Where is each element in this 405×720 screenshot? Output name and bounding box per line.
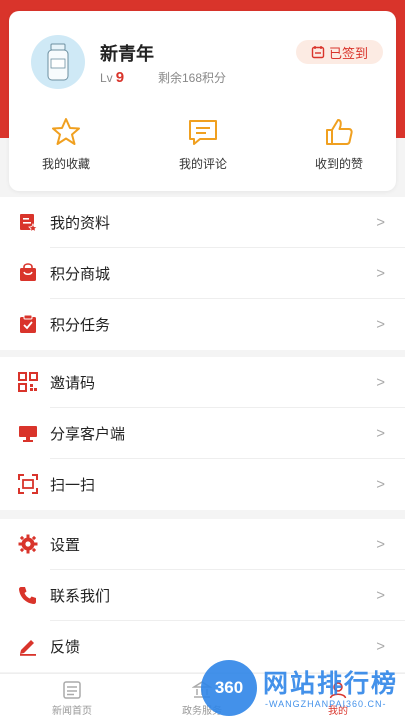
signin-label: 已签到 — [328, 45, 368, 61]
menu-item-label: 分享客户端 — [50, 426, 126, 443]
menu-item-label: 设置 — [50, 537, 81, 554]
menu-item-label: 联系我们 — [50, 588, 111, 605]
quick-action-likes[interactable]: 收到的赞 — [294, 115, 384, 172]
user-icon — [328, 680, 348, 700]
tab-government-services[interactable]: 政务服务 — [162, 680, 242, 717]
chevron-right-icon: > — [376, 374, 385, 391]
menu-item-contact-us[interactable]: 联系我们 > — [0, 570, 405, 621]
tab-label: 我的 — [328, 706, 348, 717]
pencil-icon — [18, 636, 38, 656]
avatar[interactable] — [31, 35, 85, 89]
menu-item-label: 邀请码 — [50, 375, 96, 392]
task-clipboard-icon — [18, 314, 38, 334]
menu-item-share-client[interactable]: 分享客户端 > — [0, 408, 405, 459]
profile-card-icon — [18, 212, 38, 233]
menu-item-label: 扫一扫 — [50, 477, 96, 494]
scan-icon — [18, 474, 38, 494]
phone-icon — [18, 585, 38, 605]
bottle-avatar-icon — [47, 43, 69, 81]
chevron-right-icon: > — [376, 536, 385, 553]
government-icon — [191, 680, 213, 700]
tab-mine[interactable]: 我的 — [298, 680, 378, 717]
qr-code-icon — [18, 372, 38, 392]
menu-item-my-profile[interactable]: 我的资料 > — [0, 197, 405, 248]
chevron-right-icon: > — [376, 316, 385, 333]
level-prefix: Lv — [100, 71, 113, 85]
gear-icon — [18, 534, 38, 554]
tab-label: 政务服务 — [182, 706, 222, 717]
menu-item-settings[interactable]: 设置 > — [0, 519, 405, 570]
tab-news-home[interactable]: 新闻首页 — [32, 680, 112, 717]
calendar-icon — [311, 46, 325, 59]
menu-item-scan[interactable]: 扫一扫 > — [0, 459, 405, 510]
shopping-bag-icon — [18, 263, 38, 283]
monitor-icon — [18, 423, 38, 443]
quick-action-favorites[interactable]: 我的收藏 — [21, 115, 111, 172]
star-icon — [49, 115, 83, 149]
menu-item-label: 积分商城 — [50, 266, 111, 283]
chevron-right-icon: > — [376, 265, 385, 282]
quick-action-comments[interactable]: 我的评论 — [158, 115, 248, 172]
points-remaining: 剩余168积分 — [158, 71, 227, 85]
bottom-tab-bar: 新闻首页 政务服务 我的 — [0, 673, 405, 720]
tab-label: 新闻首页 — [52, 706, 92, 717]
news-icon — [62, 680, 82, 700]
menu-item-invite-code[interactable]: 邀请码 > — [0, 357, 405, 408]
quick-action-label: 我的收藏 — [41, 157, 90, 171]
chevron-right-icon: > — [376, 638, 385, 655]
thumbs-up-icon — [322, 115, 356, 149]
menu-item-points-mall[interactable]: 积分商城 > — [0, 248, 405, 299]
menu-group-settings: 设置 > 联系我们 > 反馈 > — [0, 519, 405, 672]
menu-item-label: 我的资料 — [50, 215, 111, 232]
username: 新青年 — [100, 44, 154, 64]
quick-action-label: 我的评论 — [178, 157, 227, 171]
quick-action-label: 收到的赞 — [314, 157, 363, 171]
signin-button[interactable]: 已签到 — [296, 40, 383, 64]
user-level: Lv 9 — [100, 69, 124, 86]
menu-item-label: 积分任务 — [50, 317, 111, 334]
chevron-right-icon: > — [376, 214, 385, 231]
chevron-right-icon: > — [376, 476, 385, 493]
level-value: 9 — [115, 69, 125, 86]
menu-group-account: 我的资料 > 积分商城 > 积分任务 > — [0, 197, 405, 350]
menu-item-label: 反馈 — [50, 639, 81, 656]
profile-card: 新青年 Lv 9 剩余168积分 已签到 我的收藏 我的评论 收到的赞 — [9, 11, 396, 191]
menu-group-share: 邀请码 > 分享客户端 > 扫一扫 > — [0, 357, 405, 510]
menu-item-points-tasks[interactable]: 积分任务 > — [0, 299, 405, 350]
comment-icon — [186, 115, 220, 149]
chevron-right-icon: > — [376, 587, 385, 604]
menu-item-feedback[interactable]: 反馈 > — [0, 621, 405, 672]
chevron-right-icon: > — [376, 425, 385, 442]
